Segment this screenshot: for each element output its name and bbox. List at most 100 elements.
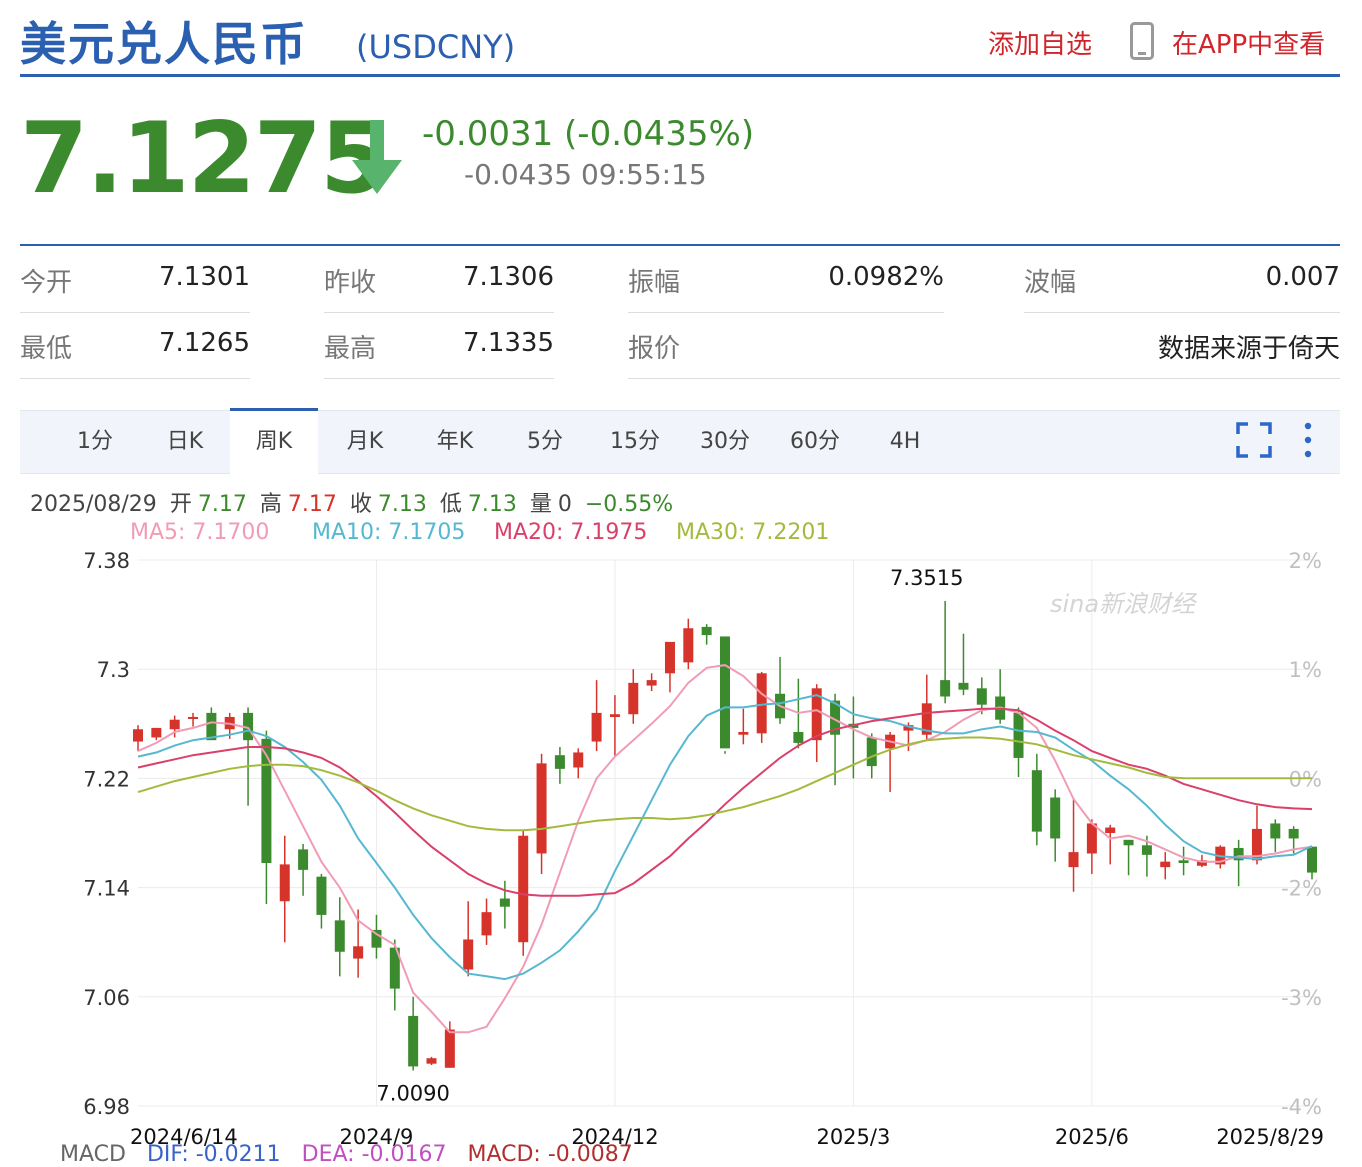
candle-body	[720, 636, 730, 749]
stat-divider	[20, 378, 250, 379]
add-watchlist-button[interactable]: 添加自选	[988, 24, 1092, 61]
candle-body	[701, 626, 712, 636]
more-options-icon[interactable]	[1300, 420, 1316, 460]
candle-body	[1178, 860, 1189, 864]
symbol-code: (USDCNY)	[356, 28, 516, 66]
candle-body	[1068, 852, 1079, 868]
tab-15min[interactable]: 15分	[600, 411, 670, 473]
fullscreen-icon[interactable]	[1236, 422, 1272, 458]
period-tabs: 1分 日K 周K 月K 年K 5分 15分 30分 60分 4H	[20, 408, 1340, 476]
candle-body	[976, 688, 987, 705]
stat-prev-close-value: 7.1306	[463, 262, 554, 292]
tab-yearly[interactable]: 年K	[420, 411, 490, 473]
y-tick-label: 7.14	[83, 877, 130, 901]
y-tick-label: 7.22	[83, 767, 130, 791]
macd-dea: DEA: -0.0167	[301, 1142, 447, 1167]
tab-monthly[interactable]: 月K	[330, 411, 400, 473]
tab-60min[interactable]: 60分	[780, 411, 850, 473]
candle-body	[940, 680, 951, 697]
tab-1min[interactable]: 1分	[60, 411, 130, 473]
candle-body	[151, 727, 162, 738]
y-tick-label: 6.98	[83, 1095, 130, 1119]
tab-4h[interactable]: 4H	[870, 411, 940, 473]
y-tick-label: 7.3	[97, 658, 130, 682]
candle-body	[573, 752, 584, 768]
candle-body	[554, 755, 565, 769]
candle-body	[1307, 846, 1317, 873]
tab-30min[interactable]: 30分	[690, 411, 760, 473]
candle-body	[609, 714, 620, 717]
kline-close-value: 7.13	[377, 492, 427, 517]
stat-open-label: 今开	[20, 268, 73, 298]
down-arrow-icon	[352, 120, 402, 194]
candle-body	[1123, 839, 1134, 846]
kline-info-row: 2025/08/29 开 7.17 高 7.17 收 7.13 低 7.13 量0 −0…	[30, 486, 679, 518]
candle-body	[1288, 828, 1299, 839]
stats-divider	[20, 244, 1340, 246]
x-tick-label: 2025/8/29	[1216, 1125, 1324, 1149]
candle-body	[481, 912, 492, 936]
price-change: -0.0031 (-0.0435%)	[422, 114, 755, 154]
candle-body	[518, 835, 529, 943]
stat-divider	[20, 312, 250, 313]
tab-weekly[interactable]: 周K	[230, 408, 318, 476]
current-price: 7.1275	[20, 102, 388, 216]
stat-open-value: 7.1301	[159, 262, 250, 292]
kline-chart[interactable]: 7.38 2% 7.3 1% 7.22 0% 7.14 -2% 7.06 -3% 6.98 -4% 20…	[0, 540, 1362, 1152]
pct-tick-label: 1%	[1289, 658, 1322, 682]
tab-daily[interactable]: 日K	[150, 411, 220, 473]
tab-5min[interactable]: 5分	[510, 411, 580, 473]
stat-high-value: 7.1335	[463, 328, 554, 358]
x-tick-label: 2025/3	[816, 1125, 890, 1149]
header-divider	[20, 74, 1340, 77]
candle-body	[316, 876, 327, 915]
candle-body	[628, 682, 639, 715]
kline-vol-label: 量	[529, 492, 552, 517]
kline-low-label: 低	[439, 492, 462, 517]
pct-tick-label: -4%	[1281, 1095, 1322, 1119]
stat-amplitude-value: 0.0982%	[828, 262, 944, 292]
kline-high-label: 高	[259, 492, 282, 517]
macd-row: MACD DIF: -0.0211 DEA: -0.0167 MACD: -0.…	[60, 1142, 633, 1167]
candle-body	[738, 731, 749, 735]
stat-prev-close-label: 昨收	[324, 268, 377, 298]
candle-body	[279, 864, 290, 902]
pct-tick-label: 2%	[1289, 549, 1322, 573]
candle-body	[793, 731, 804, 743]
page-title: 美元兑人民币	[20, 17, 308, 71]
candle-body	[169, 719, 180, 730]
pct-tick-label: -3%	[1281, 986, 1322, 1010]
candle-body	[1031, 770, 1042, 832]
candle-body	[1160, 861, 1171, 868]
candle-body	[353, 946, 364, 959]
candle-body	[1105, 827, 1116, 833]
view-in-app-button[interactable]: 在APP中查看	[1172, 24, 1325, 61]
kline-pct-change: −0.55%	[584, 492, 674, 517]
candle-body	[298, 849, 309, 870]
candle-body	[646, 680, 657, 686]
candle-body	[463, 939, 474, 970]
kline-close-label: 收	[349, 492, 372, 517]
kline-vol-value: 0	[557, 492, 572, 517]
stat-divider	[324, 378, 554, 379]
high-annotation: 7.3515	[890, 566, 963, 590]
stat-high-label: 最高	[324, 334, 377, 364]
kline-high-value: 7.17	[287, 492, 337, 517]
pct-tick-label: -2%	[1281, 877, 1322, 901]
y-tick-label: 7.38	[83, 549, 130, 573]
macd-dif: DIF: -0.0211	[146, 1142, 281, 1167]
candle-body	[591, 712, 602, 742]
candle-body	[866, 737, 877, 767]
candle-body	[499, 898, 510, 907]
pct-tick-label: 0%	[1289, 767, 1322, 791]
low-annotation: 7.0090	[376, 1081, 449, 1105]
stat-divider	[628, 312, 944, 313]
stat-quote-label: 报价	[628, 334, 681, 364]
stat-quote-source: 数据来源于倚天	[1157, 334, 1340, 364]
stat-divider	[628, 378, 1340, 379]
macd-value: MACD: -0.0087	[467, 1142, 633, 1167]
stat-low-label: 最低	[20, 334, 73, 364]
candle-body	[1013, 712, 1024, 758]
y-tick-label: 7.06	[83, 986, 130, 1010]
candle-body	[664, 641, 675, 674]
